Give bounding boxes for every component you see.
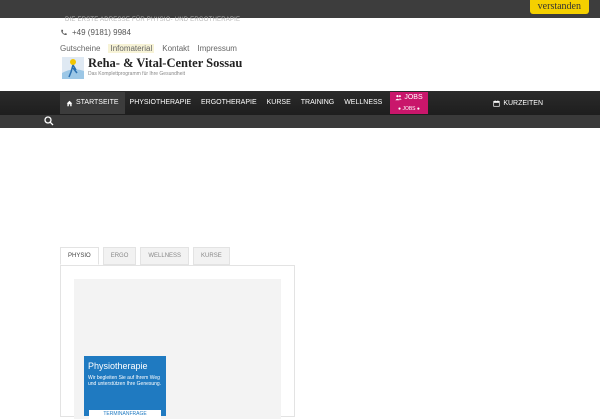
main-nav: STARTSEITE PHYSIOTHERAPIE ERGOTHERAPIE K… [60,92,428,114]
nav-startseite[interactable]: STARTSEITE [60,92,125,114]
logo-subtitle: Das Komplettprogramm für Ihre Gesundheit [88,71,185,77]
tab-wellness[interactable]: WELLNESS [140,247,190,265]
nav-ergotherapie[interactable]: ERGOTHERAPIE [196,92,262,114]
card-text: Wir begleiten Sie auf Ihrem Weg und unte… [88,375,162,387]
link-impressum[interactable]: Impressum [197,44,237,53]
link-kontakt[interactable]: Kontakt [162,44,189,53]
nav-kurse[interactable]: KURSE [262,92,296,114]
home-icon [66,100,73,106]
phone-icon [61,29,67,35]
search-icon[interactable] [44,116,54,126]
site-logo[interactable]: Reha- & Vital-Center Sossau Das Komplett… [62,57,242,79]
service-tabs: PHYSIO ERGO WELLNESS KURSE [60,247,230,265]
calendar-icon [493,99,500,107]
service-card-physiotherapie: Physiotherapie Wir begleiten Sie auf Ihr… [84,356,166,419]
nav-wellness[interactable]: WELLNESS [339,92,387,114]
card-appointment-button[interactable]: TERMINANFRAGE [89,410,161,419]
nav-jobs-sub: ● JOBS ● [398,105,420,112]
nav-jobs[interactable]: JOBS ● JOBS ● [390,92,428,114]
tab-ergo[interactable]: ERGO [102,247,137,265]
tab-kurse[interactable]: KURSE [193,247,230,265]
cookie-bar: verstanden [0,0,600,18]
users-icon [395,94,402,101]
tab-physio[interactable]: PHYSIO [60,247,99,265]
nav-physiotherapie[interactable]: PHYSIOTHERAPIE [125,92,196,114]
site-tagline: DIE ERSTE ADRESSE FÜR PHYSIO- UND ERGOTH… [65,17,241,23]
phone-number: +49 (9181) 9984 [72,28,131,37]
top-links: Gutscheine Infomaterial Kontakt Impressu… [60,44,237,53]
nav-kurzeiten[interactable]: KURZEITEN [493,92,543,114]
cookie-accept-button[interactable]: verstanden [529,0,589,14]
link-infomaterial[interactable]: Infomaterial [108,44,155,53]
nav-training[interactable]: TRAINING [296,92,339,114]
logo-title: Reha- & Vital-Center Sossau [88,56,243,70]
card-title: Physiotherapie [88,361,148,371]
link-gutscheine[interactable]: Gutscheine [60,44,100,53]
phone-contact[interactable]: +49 (9181) 9984 [60,28,131,37]
logo-mark-icon [62,57,84,79]
